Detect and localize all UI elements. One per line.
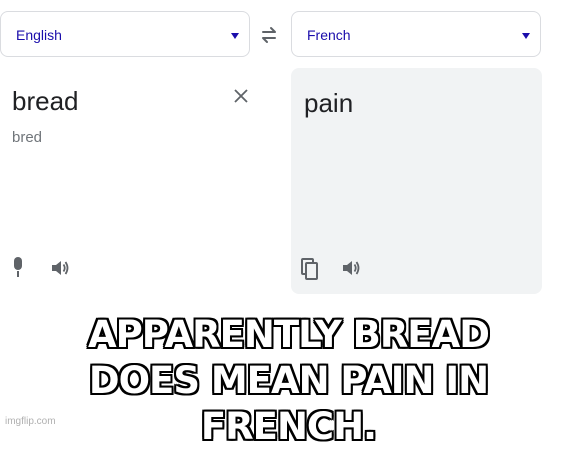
swap-languages-icon[interactable] [260, 26, 278, 44]
target-language-select[interactable]: French [291, 11, 541, 57]
speaker-icon[interactable] [50, 258, 70, 278]
translated-text: pain [304, 88, 354, 118]
caption-line-2: DOES MEAN PAIN IN FRENCH. [88, 359, 489, 448]
source-language-select[interactable]: English [0, 11, 250, 57]
caption-line-1: APPARENTLY BREAD [88, 313, 490, 356]
target-language-label: French [307, 27, 351, 43]
copy-icon[interactable] [301, 258, 319, 280]
meme-caption: APPARENTLY BREAD DOES MEAN PAIN IN FRENC… [0, 312, 577, 450]
source-language-label: English [16, 27, 62, 43]
watermark: imgflip.com [5, 416, 56, 427]
speaker-icon[interactable] [341, 258, 361, 278]
chevron-down-icon [522, 33, 530, 39]
microphone-icon[interactable] [11, 256, 25, 278]
close-icon[interactable] [233, 88, 249, 104]
translation-panel: pain [291, 68, 542, 294]
chevron-down-icon [231, 33, 239, 39]
source-text-input[interactable]: bread [12, 86, 79, 117]
source-phonetic: bred [12, 129, 43, 146]
